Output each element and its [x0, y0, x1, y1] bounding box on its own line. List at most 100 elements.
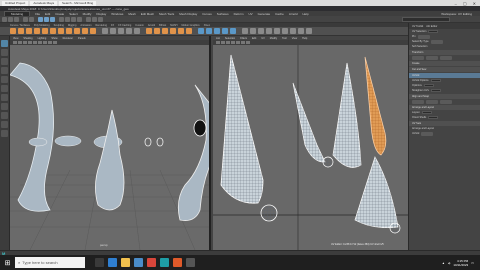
poly-cube-icon[interactable] — [18, 28, 24, 34]
make-hole-icon[interactable] — [186, 28, 192, 34]
notifications-icon[interactable]: ▭ — [471, 261, 474, 265]
snap-point-icon[interactable] — [71, 16, 76, 22]
move-tool-icon[interactable] — [1, 67, 8, 74]
toolkit-field[interactable] — [423, 84, 434, 87]
render-icon[interactable] — [86, 16, 91, 22]
cut-uv-icon[interactable] — [298, 28, 304, 34]
transform-button[interactable] — [426, 55, 438, 60]
ring-mesh[interactable] — [156, 137, 164, 147]
sew-uv-icon[interactable] — [306, 28, 312, 34]
poly-sphere-icon[interactable] — [10, 28, 16, 34]
smooth-icon[interactable] — [118, 28, 124, 34]
menu-item[interactable]: Create — [55, 12, 64, 16]
uv-shell-cap[interactable] — [389, 222, 401, 234]
perspective-viewport[interactable]: View Shading Lighting Show Renderer Pane… — [10, 36, 211, 250]
browser-tab[interactable]: Untitled Project — [2, 0, 29, 6]
uv-shell-cap[interactable] — [260, 204, 278, 222]
uv-select-icon[interactable] — [216, 41, 220, 44]
close-icon[interactable]: ✕ — [473, 1, 476, 6]
edge-loop-icon[interactable] — [230, 28, 236, 34]
select-type-button[interactable] — [430, 39, 443, 44]
connect-icon[interactable] — [214, 28, 220, 34]
uv-grid-icon[interactable] — [246, 41, 250, 44]
menu-item[interactable]: Display — [96, 12, 106, 16]
lights-icon[interactable] — [33, 41, 37, 44]
ring-mesh[interactable] — [144, 137, 152, 147]
poly-cone-icon[interactable] — [34, 28, 40, 34]
menu-item[interactable]: Mesh — [128, 12, 135, 16]
poly-cylinder-icon[interactable] — [26, 28, 32, 34]
textured-icon[interactable] — [28, 41, 32, 44]
toolkit-field[interactable] — [428, 116, 439, 119]
uv-move-icon[interactable] — [221, 41, 225, 44]
redo-icon[interactable] — [29, 16, 34, 22]
task-view-icon[interactable] — [95, 258, 104, 267]
boolean-icon[interactable] — [126, 28, 132, 34]
isolate-icon[interactable] — [53, 41, 57, 44]
extrude-icon[interactable] — [146, 28, 152, 34]
undo-icon[interactable] — [23, 16, 28, 22]
toolkit-field[interactable] — [421, 111, 432, 114]
transform-button[interactable] — [412, 55, 424, 60]
network-icon[interactable]: ▲ — [442, 261, 445, 265]
rotate-tool-icon[interactable] — [1, 76, 8, 83]
outliner-layout-icon[interactable] — [1, 130, 8, 137]
save-scene-icon[interactable] — [14, 16, 19, 22]
menu-item[interactable]: Curves — [202, 12, 212, 16]
select-hierarchy-icon[interactable] — [38, 16, 43, 22]
snap-curve-icon[interactable] — [65, 16, 70, 22]
last-tool-icon[interactable] — [1, 94, 8, 101]
camera-icon[interactable] — [13, 41, 17, 44]
unfold-button[interactable] — [421, 131, 434, 136]
file-explorer-icon[interactable] — [121, 258, 130, 267]
menu-item[interactable]: Windows — [111, 12, 123, 16]
align-button[interactable] — [440, 99, 452, 104]
toolkit-row[interactable] — [409, 55, 480, 60]
four-view-layout-icon[interactable] — [1, 112, 8, 119]
select-component-icon[interactable] — [50, 16, 55, 22]
menu-item[interactable]: Arnold — [289, 12, 298, 16]
bridge-icon[interactable] — [154, 28, 160, 34]
menu-item[interactable]: Mesh Display — [179, 12, 197, 16]
cone-center-mesh[interactable] — [95, 109, 125, 211]
scale-tool-icon[interactable] — [1, 85, 8, 92]
menu-item[interactable]: Edit Mesh — [141, 12, 154, 16]
smooth-shade-icon[interactable] — [23, 41, 27, 44]
menu-item[interactable]: Generate — [258, 12, 271, 16]
automatic-map-icon[interactable] — [258, 28, 264, 34]
toolkit-row[interactable]: Orient Shells — [409, 115, 480, 120]
multi-cut-icon[interactable] — [198, 28, 204, 34]
ipr-render-icon[interactable] — [92, 16, 97, 22]
layout-icon[interactable] — [290, 28, 296, 34]
volume-icon[interactable]: ◂) — [448, 261, 451, 265]
menu-item[interactable]: Surfaces — [217, 12, 229, 16]
toolkit-row[interactable]: Soft Selection — [409, 44, 480, 49]
poly-disc-icon[interactable] — [58, 28, 64, 34]
combine-icon[interactable] — [102, 28, 108, 34]
menu-item[interactable]: Modify — [83, 12, 92, 16]
quick-search-input[interactable] — [402, 16, 450, 22]
menu-item[interactable]: Edit — [45, 12, 50, 16]
transform-button[interactable] — [440, 55, 452, 60]
platonic-solid-icon[interactable] — [66, 28, 72, 34]
bevel-icon[interactable] — [162, 28, 168, 34]
render-settings-icon[interactable] — [98, 16, 103, 22]
menu-item[interactable]: Deform — [234, 12, 244, 16]
pin-button[interactable] — [417, 34, 430, 39]
menu-item[interactable]: UV — [248, 12, 252, 16]
toolkit-field[interactable] — [430, 89, 441, 92]
chrome-icon[interactable] — [147, 258, 156, 267]
planar-map-icon[interactable] — [250, 28, 256, 34]
wireframe-icon[interactable] — [18, 41, 22, 44]
edge-icon[interactable] — [108, 258, 117, 267]
toolkit-section[interactable]: Cut and Sew — [409, 67, 480, 72]
open-scene-icon[interactable] — [8, 16, 13, 22]
disc-mesh[interactable] — [28, 137, 48, 147]
grid-toggle-icon[interactable] — [43, 41, 47, 44]
browser-tab[interactable]: Autodesk Maya — [30, 0, 58, 6]
checker-icon[interactable] — [236, 41, 240, 44]
workspace-selector[interactable]: Workspace: UV Editing — [441, 12, 472, 16]
separate-icon[interactable] — [110, 28, 116, 34]
disc-mesh[interactable] — [54, 135, 82, 147]
uv-scale-icon[interactable] — [231, 41, 235, 44]
